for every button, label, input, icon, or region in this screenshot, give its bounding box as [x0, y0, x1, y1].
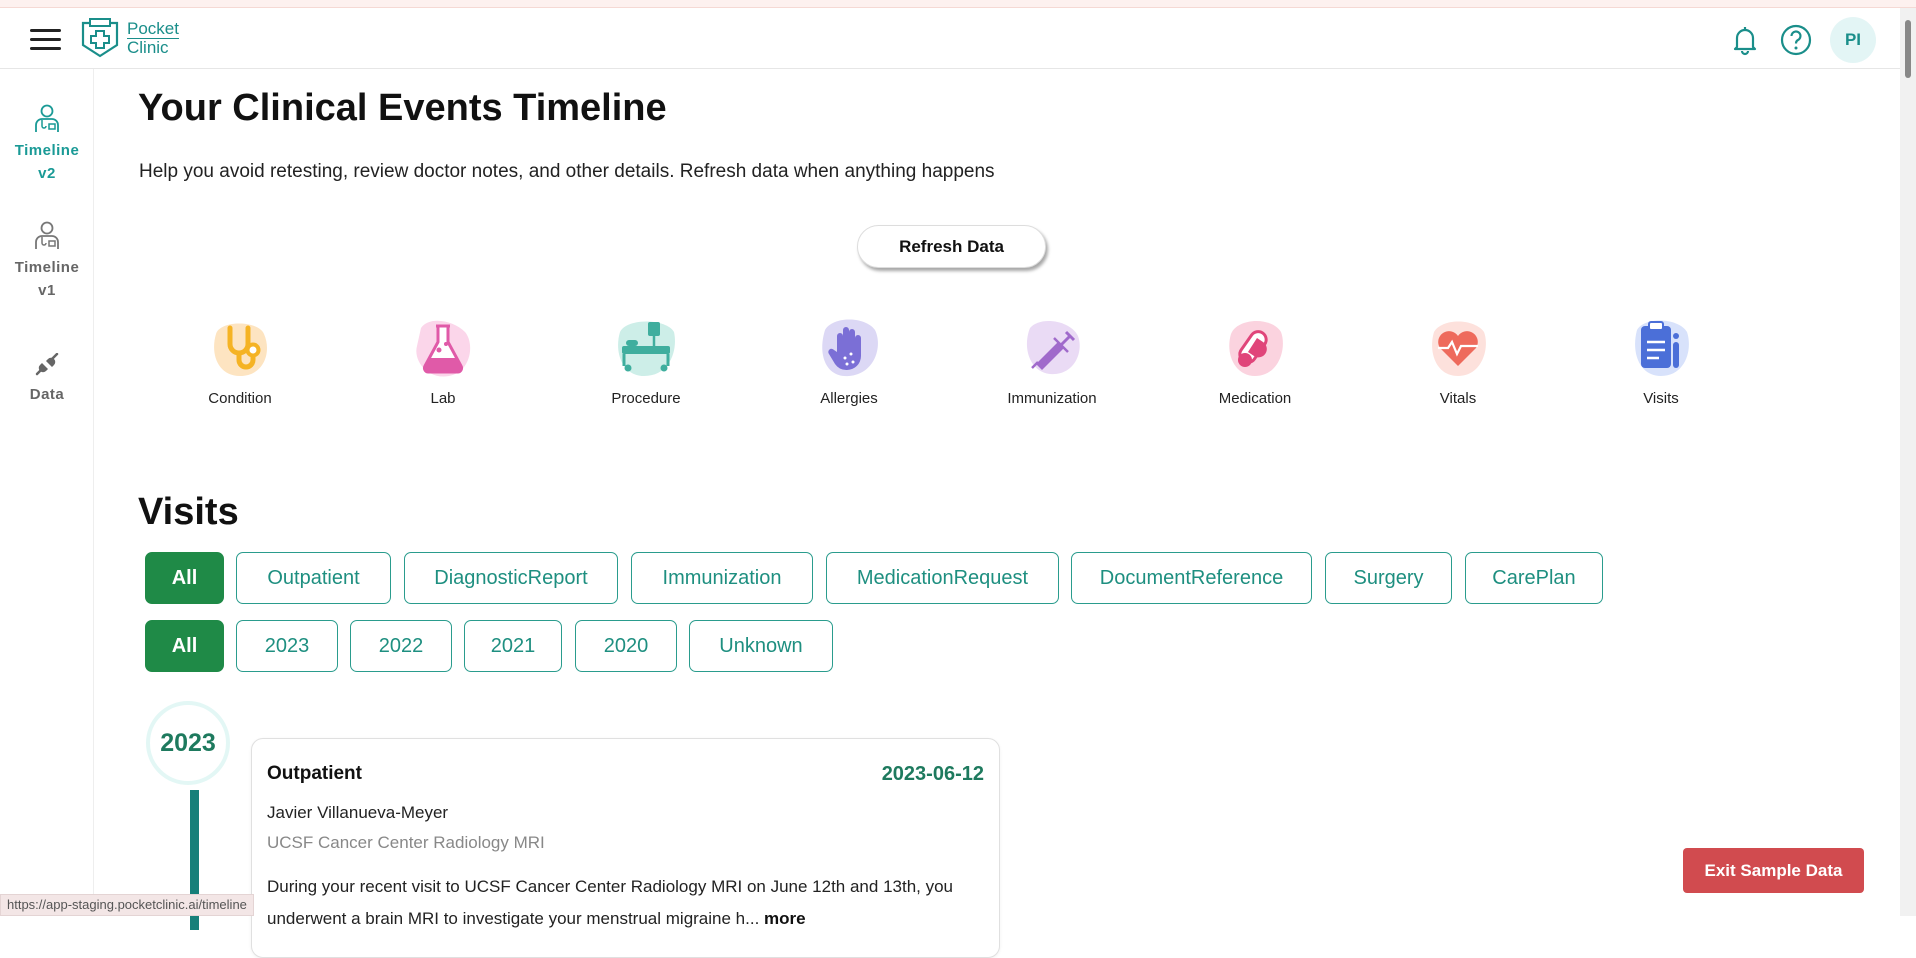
type-filter-documentreference[interactable]: DocumentReference — [1071, 552, 1312, 604]
syringe-icon — [1026, 321, 1080, 375]
visit-type: Outpatient — [267, 763, 362, 784]
sidebar-item-label: Data — [29, 386, 65, 403]
category-lab[interactable]: Lab — [373, 314, 513, 407]
status-bar-url: https://app-staging.pocketclinic.ai/time… — [0, 894, 254, 916]
app-header: Pocket Clinic PI — [0, 8, 1900, 69]
menu-icon[interactable] — [30, 27, 61, 52]
help-icon[interactable] — [1779, 23, 1813, 57]
sidebar-item-label-line2: v1 — [38, 282, 56, 299]
stethoscope-icon — [214, 323, 267, 376]
category-visits[interactable]: Visits — [1591, 314, 1731, 407]
type-filter-medicationrequest[interactable]: MedicationRequest — [826, 552, 1059, 604]
sidebar: Timeline v2 Timeline v1 Data — [0, 69, 94, 916]
visit-doctor: Javier Villanueva-Meyer — [267, 803, 449, 822]
category-procedure[interactable]: Procedure — [576, 314, 716, 407]
category-label: Immunization — [1007, 390, 1097, 407]
sidebar-item-label-line1: Timeline — [14, 142, 80, 159]
category-label: Condition — [208, 390, 272, 407]
pills-icon — [1229, 320, 1283, 376]
visit-card[interactable]: Outpatient 2023-06-12 Javier Villanueva-… — [251, 738, 1000, 958]
visit-description: During your recent visit to UCSF Cancer … — [267, 871, 987, 935]
exit-sample-data-button[interactable]: Exit Sample Data — [1683, 848, 1864, 893]
section-title: Visits — [138, 491, 239, 533]
bell-icon[interactable] — [1728, 23, 1762, 57]
type-filter-careplan[interactable]: CarePlan — [1465, 552, 1603, 604]
visit-date: 2023-06-12 — [881, 763, 984, 785]
hand-icon — [822, 319, 878, 377]
clinic-logo-icon — [81, 18, 119, 58]
hospital-bed-icon — [618, 321, 675, 376]
clipboard-icon — [1635, 320, 1689, 376]
category-condition[interactable]: Condition — [170, 314, 310, 407]
type-filter-surgery[interactable]: Surgery — [1325, 552, 1452, 604]
category-label: Allergies — [820, 390, 878, 407]
category-medication[interactable]: Medication — [1185, 314, 1325, 407]
sidebar-item-timeline-v2[interactable]: Timeline v2 — [0, 103, 94, 185]
year-filter-2021[interactable]: 2021 — [464, 620, 562, 672]
page-subtitle: Help you avoid retesting, review doctor … — [139, 161, 995, 182]
user-avatar[interactable]: PI — [1830, 17, 1876, 63]
top-accent-bar — [0, 0, 1916, 8]
page-title: Your Clinical Events Timeline — [138, 87, 667, 129]
page-scrollbar[interactable] — [1900, 8, 1916, 916]
logo-line-2: Clinic — [127, 37, 169, 57]
refresh-data-button[interactable]: Refresh Data — [857, 225, 1046, 268]
logo-line-1: Pocket — [127, 18, 179, 39]
type-filter-diagnosticreport[interactable]: DiagnosticReport — [404, 552, 618, 604]
type-filter-outpatient[interactable]: Outpatient — [236, 552, 391, 604]
category-label: Procedure — [611, 390, 681, 407]
year-filter-all[interactable]: All — [145, 620, 224, 672]
visit-location: UCSF Cancer Center Radiology MRI — [267, 833, 545, 852]
logo[interactable]: Pocket Clinic — [79, 17, 179, 59]
category-label: Lab — [430, 390, 456, 407]
timeline-year-marker: 2023 — [146, 701, 230, 785]
category-label: Vitals — [1439, 390, 1477, 407]
type-filter-all[interactable]: All — [145, 552, 224, 604]
more-link[interactable]: more — [764, 909, 806, 928]
type-filter-immunization[interactable]: Immunization — [631, 552, 813, 604]
scrollbar-thumb[interactable] — [1905, 20, 1911, 78]
sidebar-item-label-line2: v2 — [38, 165, 56, 182]
category-label: Visits — [1643, 390, 1679, 407]
heart-pulse-icon — [1432, 321, 1486, 376]
plug-icon — [35, 353, 59, 376]
category-label: Medication — [1218, 390, 1292, 407]
category-vitals[interactable]: Vitals — [1388, 314, 1528, 407]
logo-text: Pocket Clinic — [127, 18, 179, 57]
doctor-icon — [35, 104, 59, 132]
year-filter-2022[interactable]: 2022 — [350, 620, 452, 672]
doctor-icon — [35, 221, 59, 249]
sidebar-item-timeline-v1[interactable]: Timeline v1 — [0, 220, 94, 302]
year-filter-2020[interactable]: 2020 — [575, 620, 677, 672]
category-allergies[interactable]: Allergies — [779, 314, 919, 407]
sidebar-item-data[interactable]: Data — [0, 353, 94, 406]
year-filter-unknown[interactable]: Unknown — [689, 620, 833, 672]
flask-icon — [416, 320, 471, 377]
sidebar-item-label-line1: Timeline — [14, 259, 80, 276]
visit-description-text: During your recent visit to UCSF Cancer … — [267, 877, 954, 928]
year-filter-2023[interactable]: 2023 — [236, 620, 338, 672]
category-immunization[interactable]: Immunization — [982, 314, 1122, 407]
